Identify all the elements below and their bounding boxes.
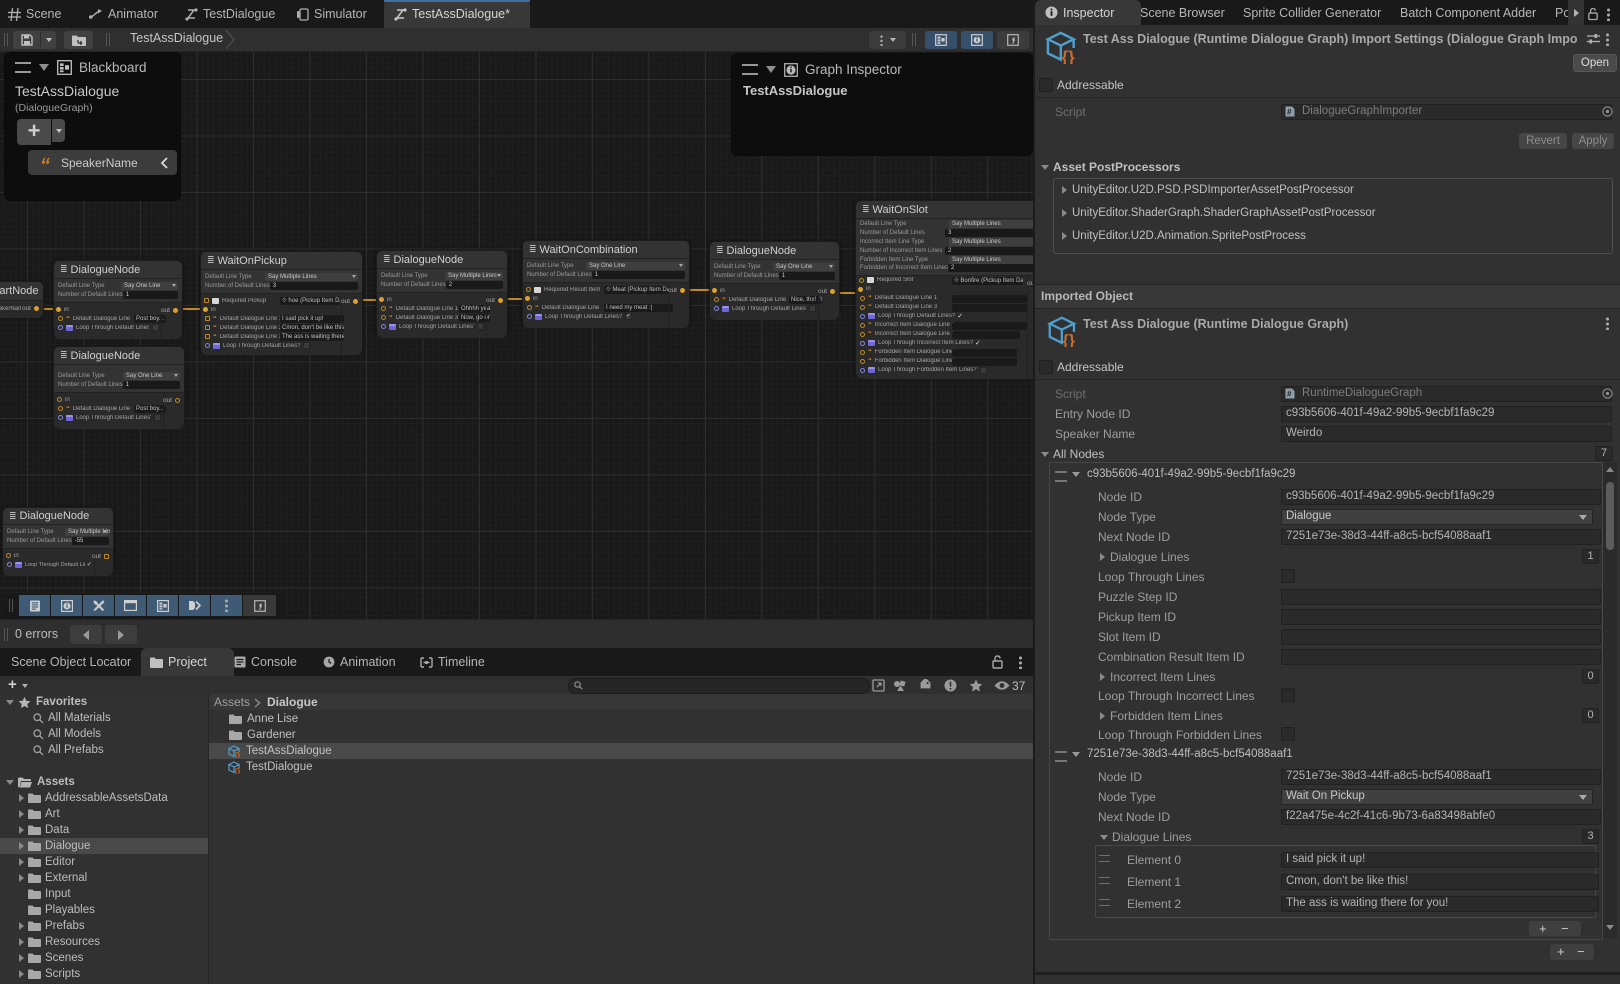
svg-text:{}: {} (1062, 48, 1076, 64)
svg-text:{}: {} (235, 750, 241, 758)
svg-text:{}: {} (235, 766, 241, 774)
svg-text:#: # (1287, 390, 1292, 399)
svg-text:{}: {} (1063, 333, 1075, 347)
svg-text:#: # (1287, 108, 1292, 117)
